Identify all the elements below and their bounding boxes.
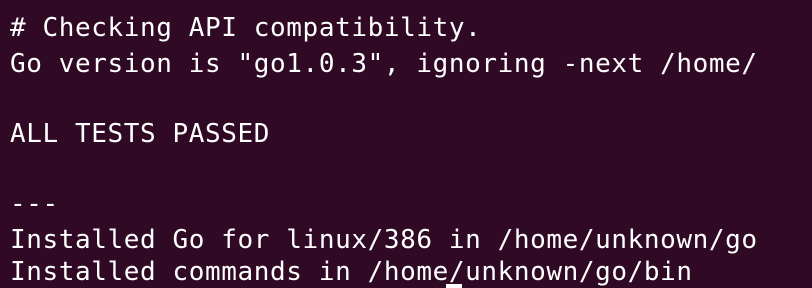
terminal-line-installed-commands: Installed commands in /home/unknown/go/b… [10, 257, 693, 287]
terminal-line-comment: # Checking API compatibility. [10, 13, 482, 43]
text-cursor [446, 284, 462, 288]
terminal-line-tests-passed: ALL TESTS PASSED [10, 119, 271, 149]
terminal-line-installed-go: Installed Go for linux/386 in /home/unkn… [10, 225, 758, 255]
terminal-line-separator: --- [10, 189, 59, 219]
terminal-window[interactable]: # Checking API compatibility. Go version… [0, 0, 812, 288]
terminal-line-go-version: Go version is "go1.0.3", ignoring -next … [10, 49, 758, 79]
